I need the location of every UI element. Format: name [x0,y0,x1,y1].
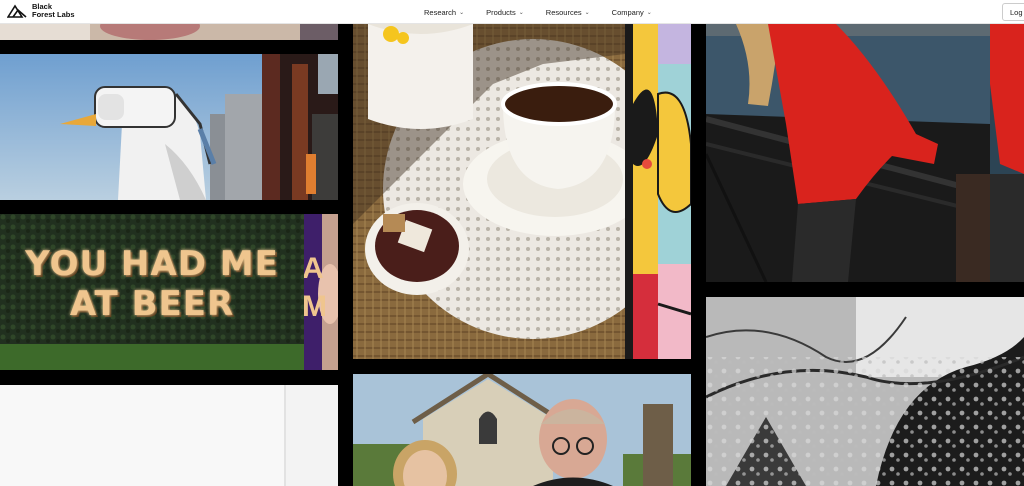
tile-image [353,374,691,486]
nav-research-label: Research [424,7,457,17]
chevron-down-icon: ⌄ [584,9,590,16]
marquee-line-2: AT BEER [69,284,235,324]
marquee-line-1: YOU HAD ME [25,244,279,284]
nav-resources[interactable]: Resources ⌄ [546,8,590,17]
purple-strip-line-2: M [304,290,327,323]
gallery-tile-coffee[interactable] [353,24,625,359]
triangle-mountain-logo-icon [7,4,27,18]
gallery-tile-marquee-sign[interactable]: YOU HAD ME AT BEER [0,214,304,370]
tile-image [0,385,338,486]
brand-logo[interactable]: Black Forest Labs [7,3,75,19]
tile-image [0,54,262,200]
marquee-sign-text: YOU HAD ME AT BEER [22,244,282,324]
gallery-tile-gothic[interactable] [353,374,691,486]
chevron-down-icon: ⌄ [518,9,524,16]
page: Black Forest Labs Research ⌄ Products ⌄ … [0,0,1024,486]
tile-image [706,297,1024,486]
nav-research[interactable]: Research ⌄ [424,8,464,17]
login-button[interactable]: Log [1002,3,1024,21]
main-nav: Research ⌄ Products ⌄ Resources ⌄ Compan… [424,0,652,24]
chevron-down-icon: ⌄ [459,9,465,16]
nav-company-label: Company [611,7,644,17]
tile-image [353,24,625,359]
tile-image [625,24,691,359]
nav-company[interactable]: Company ⌄ [612,8,652,17]
gallery-tile-purple-strip[interactable]: A M [304,214,338,370]
tile-image [706,24,990,282]
tile-image [0,24,338,40]
purple-strip-text: A M [304,250,327,326]
gallery-tile-folk-art[interactable] [625,24,691,359]
gallery-tile-white[interactable] [0,385,338,486]
tile-image [990,24,1024,282]
brand-name: Black Forest Labs [32,3,75,19]
gallery-tile-red-jacket[interactable] [706,24,990,282]
gallery-tile-blossoms[interactable] [706,297,1024,486]
nav-products[interactable]: Products ⌄ [486,8,524,17]
chevron-down-icon: ⌄ [646,9,652,16]
nav-resources-label: Resources [545,7,582,17]
top-navigation-bar: Black Forest Labs Research ⌄ Products ⌄ … [0,0,1024,24]
tile-image [262,54,338,200]
gallery-tile-seagull-vr[interactable] [0,54,262,200]
nav-products-label: Products [486,7,516,17]
gallery-tile-right-strip[interactable] [990,24,1024,282]
gallery-tile-top-strip[interactable] [0,24,338,40]
gallery-tile-interior-strip[interactable] [262,54,338,200]
purple-strip-line-1: A [304,252,324,285]
brand-line-2: Forest Labs [32,10,75,19]
